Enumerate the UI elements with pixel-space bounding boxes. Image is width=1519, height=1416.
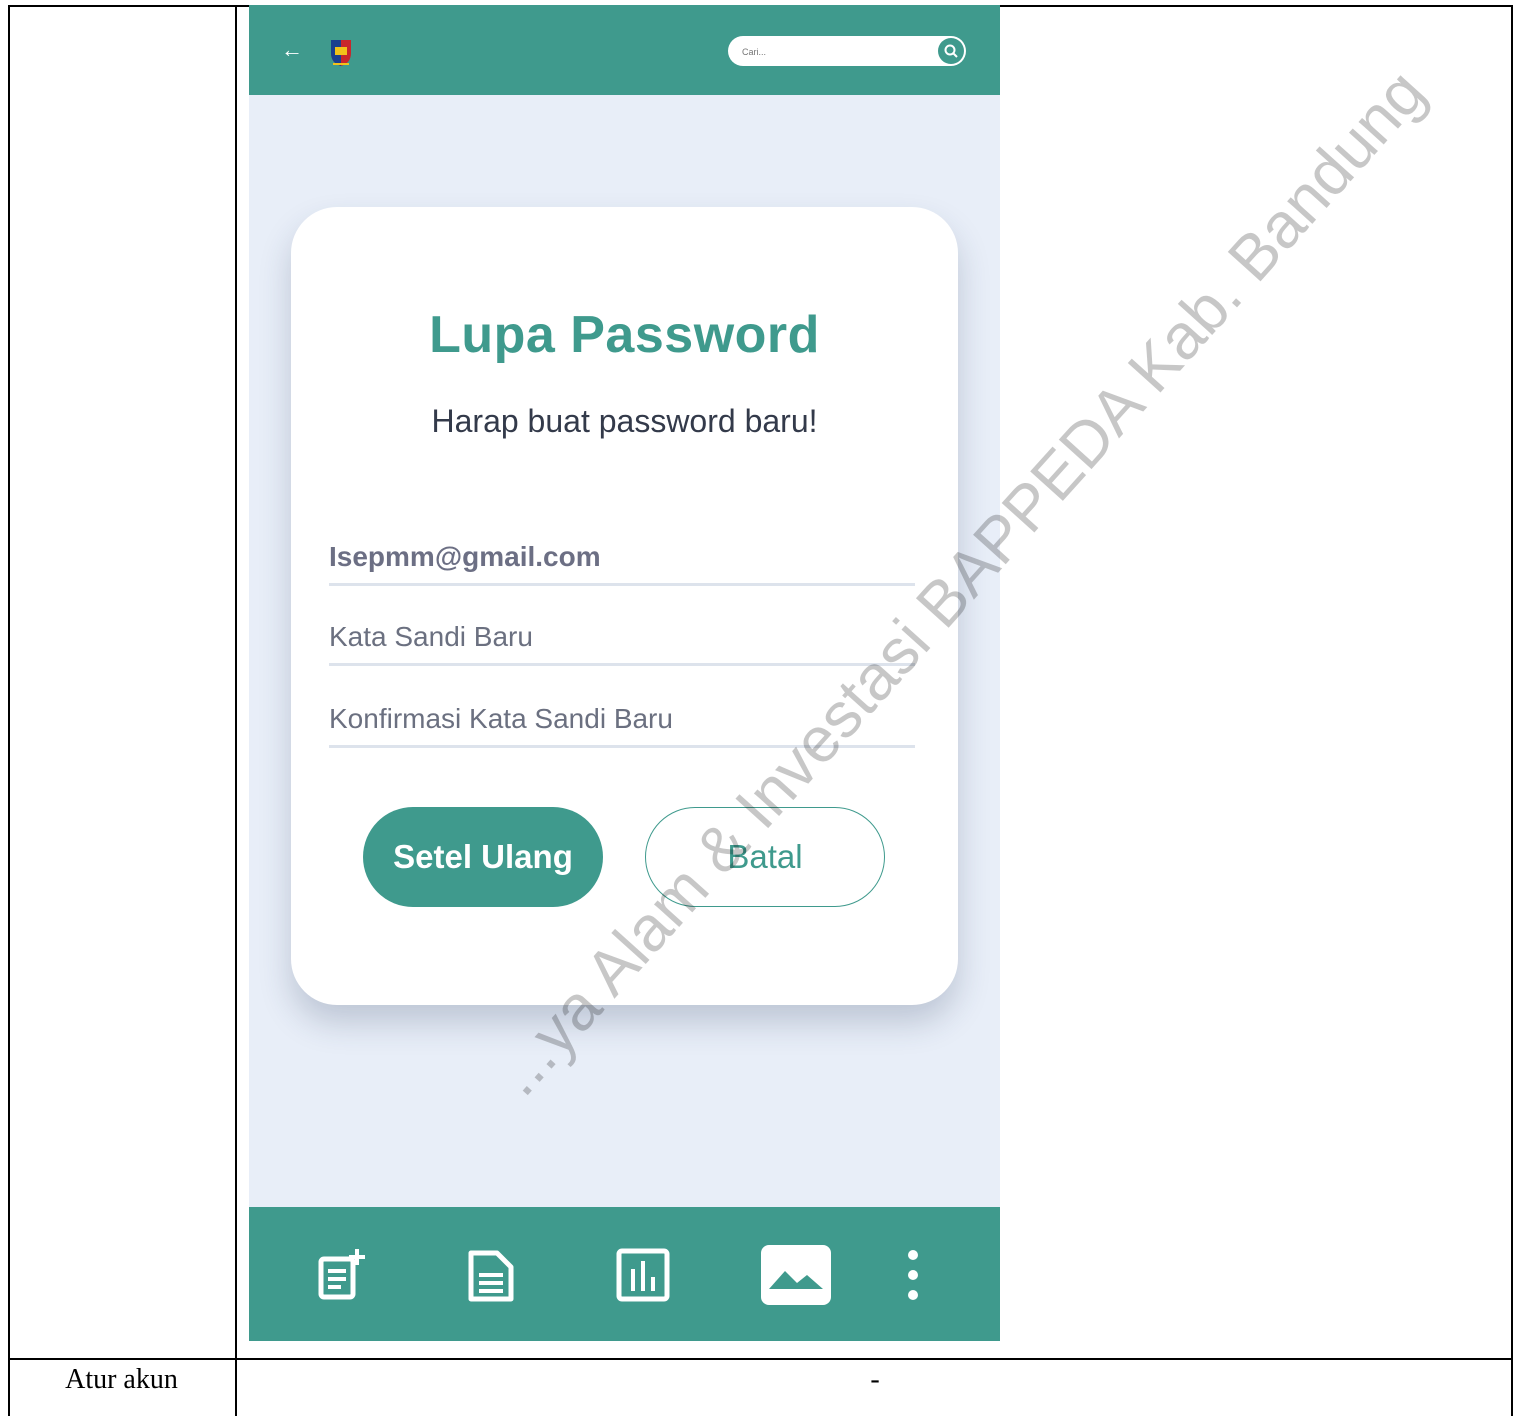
page-subtitle: Harap buat password baru! xyxy=(431,403,818,439)
confirm-password-field[interactable]: Konfirmasi Kata Sandi Baru xyxy=(329,687,915,748)
image-icon[interactable] xyxy=(759,1245,833,1305)
more-vert-icon[interactable] xyxy=(901,1245,925,1305)
table-column-divider xyxy=(235,5,237,1416)
email-value: Isepmm@gmail.com xyxy=(329,541,601,572)
phone-screen: ← Lupa Password Harap buat password baru… xyxy=(249,5,1000,1341)
forgot-password-card: Lupa Password Harap buat password baru! … xyxy=(291,207,958,1005)
search-input[interactable] xyxy=(740,42,924,62)
search-bar[interactable] xyxy=(728,36,966,66)
table-row-value: - xyxy=(870,1364,880,1395)
bottom-nav-bar xyxy=(249,1207,1000,1341)
new-password-field[interactable]: Kata Sandi Baru xyxy=(329,605,915,666)
regency-crest-logo xyxy=(331,40,351,66)
table-row-label: Atur akun xyxy=(65,1364,178,1395)
chart-icon[interactable] xyxy=(613,1245,673,1305)
cancel-button[interactable]: Batal xyxy=(645,807,885,907)
table-row-divider xyxy=(8,1358,1513,1360)
search-button[interactable] xyxy=(938,38,964,64)
search-icon xyxy=(944,44,958,58)
add-report-icon[interactable] xyxy=(313,1245,373,1305)
page-title: Lupa Password xyxy=(429,306,820,364)
reset-button[interactable]: Setel Ulang xyxy=(363,807,603,907)
document-icon[interactable] xyxy=(463,1245,523,1305)
confirm-password-placeholder: Konfirmasi Kata Sandi Baru xyxy=(329,703,673,734)
arrow-left-icon[interactable]: ← xyxy=(281,35,303,65)
email-field[interactable]: Isepmm@gmail.com xyxy=(329,525,915,586)
new-password-placeholder: Kata Sandi Baru xyxy=(329,621,533,652)
top-app-bar: ← xyxy=(249,5,1000,95)
